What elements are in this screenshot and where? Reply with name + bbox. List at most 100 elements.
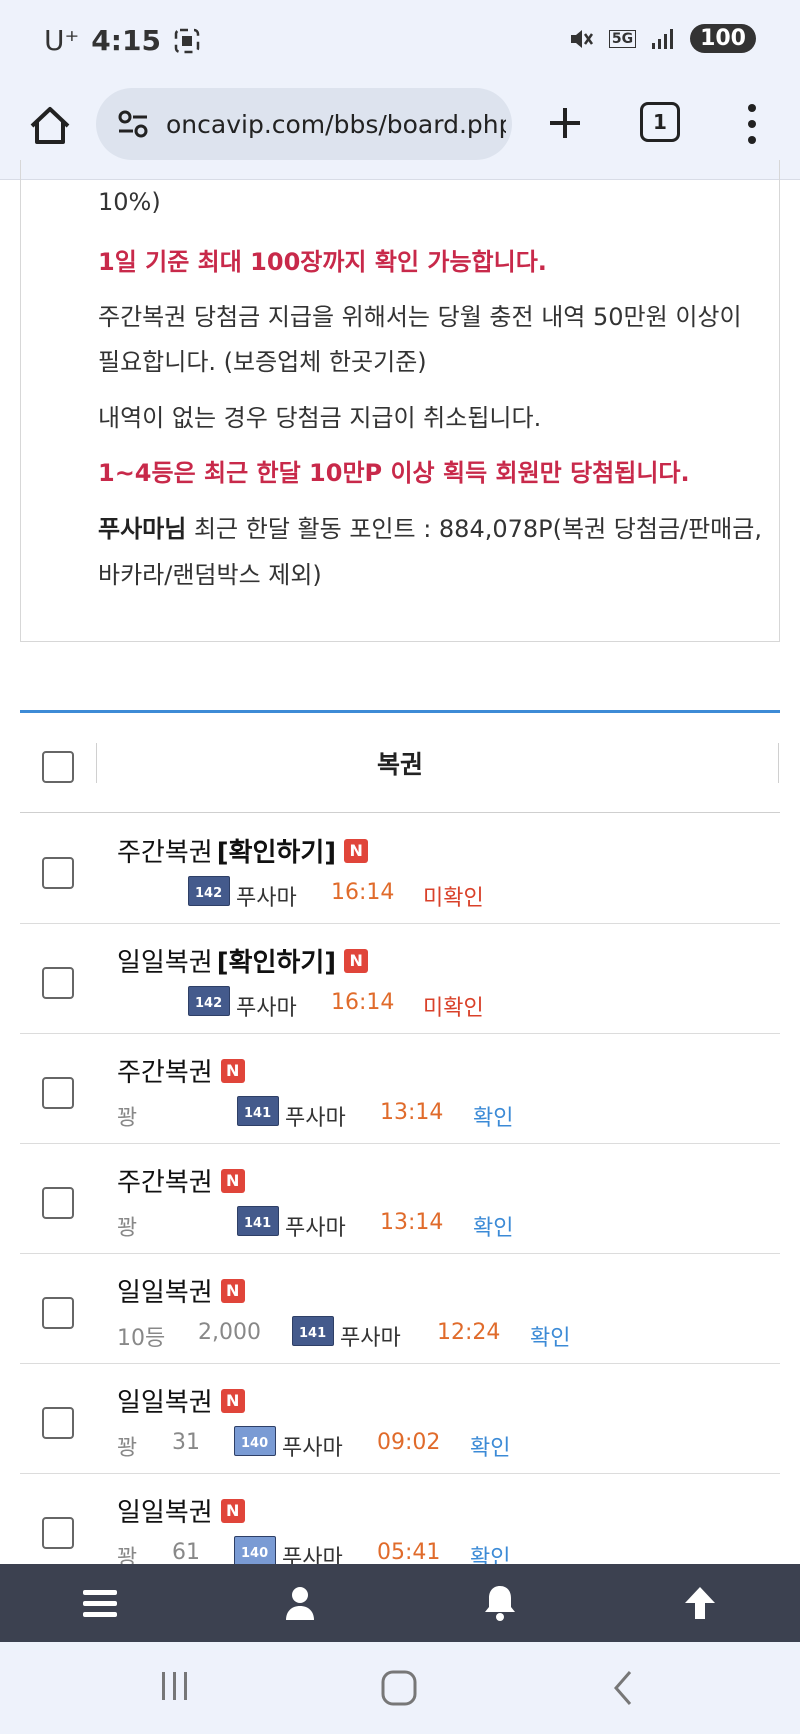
recents-icon[interactable] xyxy=(158,1668,192,1704)
post-title[interactable]: 주간복권 [확인하기] N xyxy=(117,832,369,869)
post-title[interactable]: 일일복권 N xyxy=(117,1492,245,1529)
read-status: 확인 xyxy=(470,1436,511,1461)
home-icon[interactable] xyxy=(379,1668,419,1708)
read-status: 확인 xyxy=(473,1216,514,1241)
post-title-text[interactable]: 일일복권 xyxy=(117,1492,213,1529)
row-checkbox[interactable] xyxy=(42,1187,74,1219)
table-row[interactable]: 일일복권 [확인하기] N 142 푸사마 16:14 미확인 xyxy=(20,924,780,1034)
row-checkbox[interactable] xyxy=(42,1517,74,1549)
post-title[interactable]: 일일복권 [확인하기] N xyxy=(117,942,369,979)
points-line: 푸사마님 최근 한달 활동 포인트 : 884,078P(복권 당첨금/판매금, xyxy=(98,509,762,544)
post-title-text[interactable]: 일일복권 xyxy=(117,942,213,979)
bottom-nav xyxy=(0,1564,800,1642)
author-name[interactable]: 푸사마 xyxy=(340,1320,401,1352)
board-title: 복권 xyxy=(376,750,423,779)
row-checkbox[interactable] xyxy=(42,1297,74,1329)
row-checkbox[interactable] xyxy=(42,1077,74,1109)
new-badge: N xyxy=(220,1498,245,1523)
post-title[interactable]: 일일복권 N xyxy=(117,1272,245,1309)
post-title-text[interactable]: 주간복권 xyxy=(117,1162,213,1199)
level-badge-icon: 140 xyxy=(234,1536,276,1566)
row-checkbox[interactable] xyxy=(42,1407,74,1439)
author-name[interactable]: 푸사마 xyxy=(236,990,297,1022)
new-tab-icon[interactable] xyxy=(540,98,590,148)
author-name[interactable]: 푸사마 xyxy=(236,880,297,912)
notice-line: 필요합니다. (보증업체 한곳기준) xyxy=(98,348,427,376)
back-icon[interactable] xyxy=(608,1668,638,1708)
status-bar: U⁺ 4:15 5G 100 xyxy=(0,0,800,88)
notice-line: 주간복권 당첨금 지급을 위해서는 당월 충전 내역 50만원 이상이 xyxy=(98,303,742,331)
bell-icon[interactable] xyxy=(479,1582,521,1624)
board-header: 복권 xyxy=(20,713,780,813)
level-badge-icon: 140 xyxy=(234,1426,276,1456)
result-text: 꽝 xyxy=(117,1216,138,1241)
prize-amount: 2,000 xyxy=(198,1320,261,1345)
post-time: 16:14 xyxy=(331,880,395,905)
notice-line-highlight: 1~4등은 최근 한달 10만P 이상 획득 회원만 당첨됩니다. xyxy=(98,459,690,487)
post-title-text[interactable]: 일일복권 xyxy=(117,1272,213,1309)
post-time: 05:41 xyxy=(377,1540,441,1565)
level-badge-icon: 142 xyxy=(188,986,230,1016)
new-badge: N xyxy=(220,1278,245,1303)
author-name[interactable]: 푸사마 xyxy=(285,1210,346,1242)
read-status: 확인 xyxy=(473,1106,514,1131)
row-checkbox[interactable] xyxy=(42,967,74,999)
row-checkbox[interactable] xyxy=(42,857,74,889)
notice-line: 내역이 없는 경우 당첨금 지급이 취소됩니다. xyxy=(98,404,542,432)
new-badge: N xyxy=(220,1058,245,1083)
prize-amount: 31 xyxy=(172,1430,200,1455)
post-title[interactable]: 주간복권 N xyxy=(117,1052,245,1089)
arrow-up-icon[interactable] xyxy=(679,1582,721,1624)
confirm-link[interactable]: [확인하기] xyxy=(217,832,336,869)
notice-line: 10%) xyxy=(98,188,161,216)
post-title-text[interactable]: 주간복권 xyxy=(117,832,213,869)
level-badge-icon: 142 xyxy=(188,876,230,906)
confirm-link[interactable]: [확인하기] xyxy=(217,942,336,979)
table-row[interactable]: 주간복권 N 꽝 141 푸사마 13:14 확인 xyxy=(20,1144,780,1254)
result-text: 꽝 xyxy=(117,1106,138,1131)
table-row[interactable]: 일일복권 N 10등 2,000 141 푸사마 12:24 확인 xyxy=(20,1254,780,1364)
table-row[interactable]: 일일복권 N 꽝 31 140 푸사마 09:02 확인 xyxy=(20,1364,780,1474)
home-icon[interactable] xyxy=(24,100,76,152)
post-time: 16:14 xyxy=(331,990,395,1015)
signal-icon xyxy=(652,28,674,49)
member-name: 푸사마님 xyxy=(98,515,187,543)
author-name[interactable]: 푸사마 xyxy=(285,1100,346,1132)
mute-icon xyxy=(570,29,593,48)
menu-icon[interactable] xyxy=(79,1582,121,1624)
author-name[interactable]: 푸사마 xyxy=(282,1430,343,1462)
post-time: 13:14 xyxy=(380,1100,444,1125)
prize-amount: 61 xyxy=(172,1540,200,1565)
read-status: 미확인 xyxy=(423,886,484,911)
notice-line-highlight: 1일 기준 최대 100장까지 확인 가능합니다. xyxy=(98,248,547,276)
system-nav xyxy=(0,1642,800,1734)
clock: 4:15 xyxy=(91,24,161,57)
level-badge-icon: 141 xyxy=(237,1096,279,1126)
user-icon[interactable] xyxy=(279,1582,321,1624)
post-title[interactable]: 주간복권 N xyxy=(117,1162,245,1199)
read-status: 확인 xyxy=(530,1326,571,1351)
new-badge: N xyxy=(220,1388,245,1413)
new-badge: N xyxy=(344,838,369,863)
url-text: oncavip.com/bbs/board.php?l xyxy=(166,109,506,139)
level-badge-icon: 141 xyxy=(237,1206,279,1236)
table-row[interactable]: 주간복권 N 꽝 141 푸사마 13:14 확인 xyxy=(20,1034,780,1144)
carrier-label: U⁺ xyxy=(44,24,80,57)
tab-switcher-button[interactable]: 1 xyxy=(640,102,680,142)
more-menu-icon[interactable] xyxy=(740,98,764,150)
result-text: 10등 xyxy=(117,1326,166,1351)
level-badge-icon: 141 xyxy=(292,1316,334,1346)
new-badge: N xyxy=(344,948,369,973)
post-title-text[interactable]: 일일복권 xyxy=(117,1382,213,1419)
post-title[interactable]: 일일복권 N xyxy=(117,1382,245,1419)
points-text: 최근 한달 활동 포인트 : 884,078P(복권 당첨금/판매금, xyxy=(186,515,762,543)
post-title-text[interactable]: 주간복권 xyxy=(117,1052,213,1089)
post-time: 13:14 xyxy=(380,1210,444,1235)
table-row[interactable]: 주간복권 [확인하기] N 142 푸사마 16:14 미확인 xyxy=(20,814,780,924)
post-time: 12:24 xyxy=(437,1320,501,1345)
post-time: 09:02 xyxy=(377,1430,441,1455)
site-settings-icon[interactable] xyxy=(116,107,150,141)
address-bar[interactable]: oncavip.com/bbs/board.php?l xyxy=(96,88,512,160)
battery-indicator: 100 xyxy=(690,24,756,53)
screenshot-icon xyxy=(174,28,200,53)
